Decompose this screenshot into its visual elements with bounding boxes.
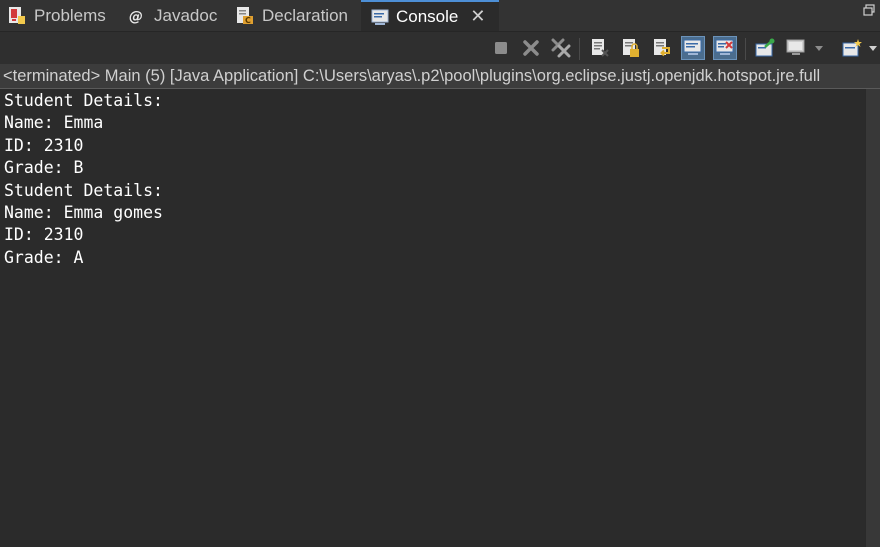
scroll-lock-icon[interactable] xyxy=(619,36,643,60)
vertical-scrollbar[interactable] xyxy=(865,89,880,547)
pin-console-icon[interactable] xyxy=(753,36,777,60)
tab-problems[interactable]: Problems xyxy=(8,0,106,31)
console-output-area[interactable]: Student Details: Name: Emma ID: 2310 Gra… xyxy=(0,89,865,547)
console-line: ID: 2310 xyxy=(4,225,84,245)
console-line: Name: Emma gomes xyxy=(4,203,163,223)
launch-status-label: <terminated> Main (5) [Java Application]… xyxy=(0,64,880,89)
console-line: Student Details: xyxy=(4,180,163,200)
clear-console-icon[interactable] xyxy=(588,36,612,60)
view-tab-bar: Problems @ Javadoc C Declaration Console… xyxy=(0,0,880,32)
declaration-icon: C xyxy=(236,6,254,25)
remove-launch-icon[interactable] xyxy=(519,36,543,60)
tab-label: Console xyxy=(396,6,459,26)
display-console-icon[interactable] xyxy=(784,36,808,60)
tab-label: Problems xyxy=(34,5,106,25)
tab-label: Declaration xyxy=(262,5,348,25)
problems-icon xyxy=(8,6,26,25)
show-on-stdout-icon[interactable] xyxy=(681,36,705,60)
tab-console[interactable]: Console ✕ xyxy=(361,0,499,31)
close-icon[interactable]: ✕ xyxy=(470,6,485,27)
console-line: Grade: A xyxy=(4,247,84,267)
terminate-icon[interactable] xyxy=(489,36,513,60)
console-line: Name: Emma xyxy=(4,113,104,133)
console-toolbar xyxy=(0,32,880,64)
console-line: ID: 2310 xyxy=(4,135,84,155)
console-line: Grade: B xyxy=(4,158,84,178)
svg-text:@: @ xyxy=(129,9,143,25)
console-line: Student Details: xyxy=(4,91,163,110)
display-console-dropdown-icon[interactable] xyxy=(812,36,826,60)
open-console-icon[interactable] xyxy=(840,36,864,60)
tab-javadoc[interactable]: @ Javadoc xyxy=(128,0,217,31)
show-on-stderr-icon[interactable] xyxy=(713,36,737,60)
javadoc-icon: @ xyxy=(128,7,144,25)
word-wrap-icon[interactable] xyxy=(650,36,674,60)
console-output: Student Details: Name: Emma ID: 2310 Gra… xyxy=(0,89,865,269)
tab-declaration[interactable]: C Declaration xyxy=(236,0,348,31)
console-icon xyxy=(371,8,389,26)
maximize-icon[interactable] xyxy=(863,3,875,16)
remove-all-terminated-icon[interactable] xyxy=(549,36,573,60)
open-console-dropdown-icon[interactable] xyxy=(866,36,880,60)
svg-text:C: C xyxy=(245,16,251,25)
tab-label: Javadoc xyxy=(154,5,218,25)
